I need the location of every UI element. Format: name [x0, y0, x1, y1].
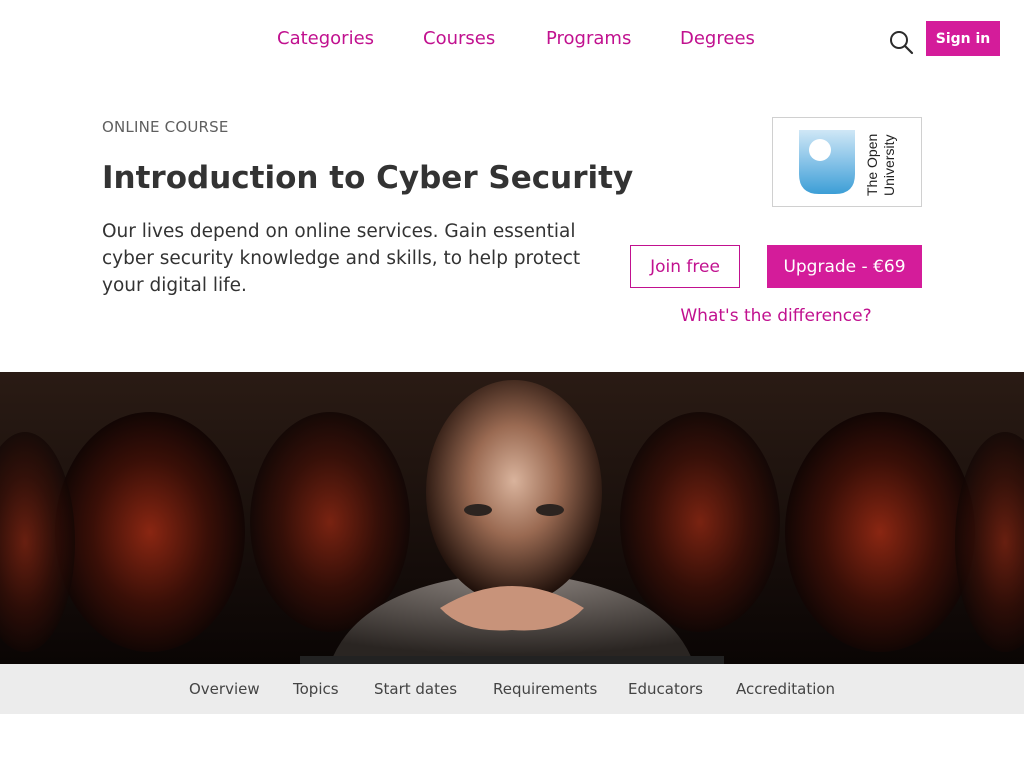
hero-image	[0, 372, 1024, 664]
partner-logo[interactable]: The Open University	[772, 117, 922, 207]
top-navigation: Categories Courses Programs Degrees Sign…	[0, 0, 1024, 80]
logo-line2: University	[881, 135, 897, 196]
nav-categories[interactable]: Categories	[277, 28, 374, 50]
open-university-logo-icon: The Open University	[799, 130, 897, 196]
tab-requirements[interactable]: Requirements	[493, 664, 597, 714]
tab-topics[interactable]: Topics	[293, 664, 339, 714]
join-free-button[interactable]: Join free	[630, 245, 740, 288]
nav-courses[interactable]: Courses	[423, 28, 495, 50]
upgrade-button[interactable]: Upgrade - €69	[767, 245, 922, 288]
tab-accreditation[interactable]: Accreditation	[736, 664, 835, 714]
whats-the-difference-link[interactable]: What's the difference?	[630, 306, 922, 326]
nav-degrees[interactable]: Degrees	[680, 28, 755, 50]
tab-overview[interactable]: Overview	[189, 664, 260, 714]
section-tabs: Overview Topics Start dates Requirements…	[0, 664, 1024, 714]
logo-line1: The Open	[864, 134, 880, 196]
course-type-label: ONLINE COURSE	[102, 118, 229, 136]
tab-start-dates[interactable]: Start dates	[374, 664, 457, 714]
course-description: Our lives depend on online services. Gai…	[102, 221, 581, 296]
sign-in-button[interactable]: Sign in	[926, 21, 1000, 56]
search-icon[interactable]	[886, 27, 916, 57]
page-title: Introduction to Cyber Security	[102, 160, 634, 196]
nav-programs[interactable]: Programs	[546, 28, 631, 50]
tab-educators[interactable]: Educators	[628, 664, 703, 714]
